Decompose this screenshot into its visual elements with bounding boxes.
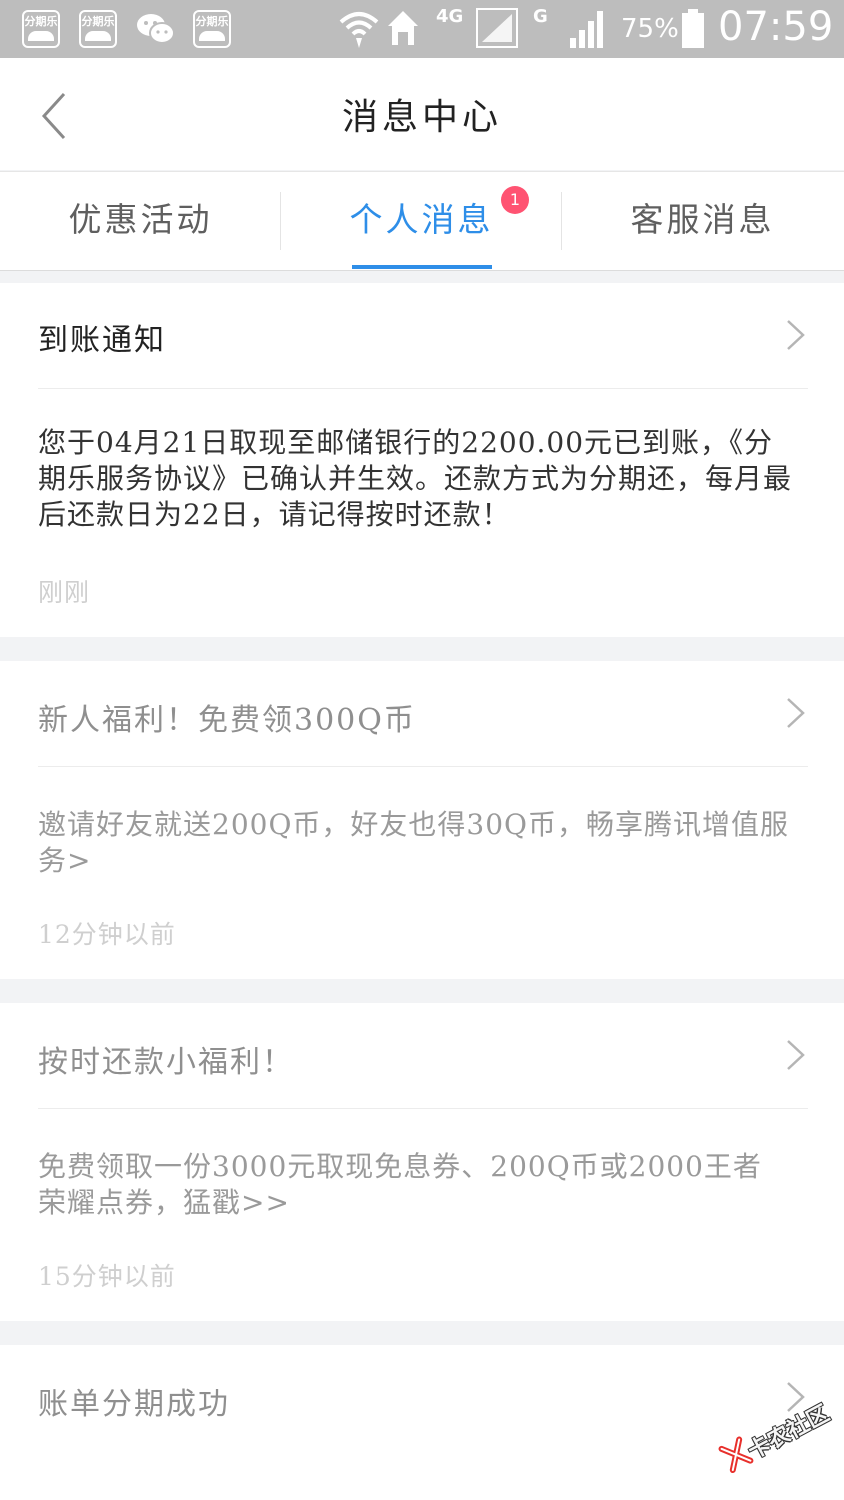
tab-label: 客服消息 [630, 200, 775, 239]
tab-customer-service[interactable]: 客服消息 [562, 172, 843, 270]
app-label: 分期乐 [24, 15, 58, 28]
message-time: 15分钟以前 [38, 1262, 176, 1291]
network-4g-label: 4G [436, 6, 464, 27]
app-label: 分期乐 [195, 15, 229, 28]
divider [38, 766, 808, 767]
message-title: 新人福利！免费领300Q币 [38, 703, 416, 738]
fenqile-app-icon: 分期乐 [193, 10, 231, 48]
divider [38, 388, 808, 389]
tab-label: 个人消息 [349, 200, 494, 239]
message-card[interactable]: 按时还款小福利！ 免费领取一份3000元取现免息券、200Q币或2000王者荣耀… [0, 1003, 844, 1321]
divider [38, 1108, 808, 1109]
signal-box-icon [476, 8, 518, 48]
cell-signal-icon [570, 11, 603, 48]
page-title: 消息中心 [341, 97, 502, 138]
tab-label: 优惠活动 [68, 200, 213, 239]
message-title: 到账通知 [38, 323, 166, 358]
message-body: 免费领取一份3000元取现免息券、200Q币或2000王者荣耀点券，猛戳>> [38, 1150, 762, 1219]
status-bar: 分期乐 分期乐 分期乐 4G G 75% 07:59 [0, 0, 844, 58]
active-tab-indicator [352, 265, 492, 269]
battery-icon [682, 9, 704, 48]
message-card[interactable]: 账单分期成功 [0, 1345, 844, 1500]
wechat-icon [137, 14, 175, 44]
battery-percent: 75% [621, 14, 679, 44]
message-time: 12分钟以前 [38, 920, 176, 949]
app-label: 分期乐 [81, 15, 115, 28]
unread-badge: 1 [501, 186, 529, 214]
clock: 07:59 [718, 4, 834, 50]
chevron-right-icon [787, 698, 805, 728]
message-card[interactable]: 新人福利！免费领300Q币 邀请好友就送200Q币，好友也得30Q币，畅享腾讯增… [0, 661, 844, 979]
fenqile-app-icon: 分期乐 [79, 10, 117, 48]
message-title: 账单分期成功 [38, 1387, 230, 1422]
message-time: 刚刚 [38, 578, 91, 607]
message-title: 按时还款小福利！ [38, 1045, 294, 1080]
header: 消息中心 [0, 58, 844, 170]
network-g-label: G [533, 6, 548, 27]
chevron-right-icon [787, 320, 805, 350]
chevron-right-icon [787, 1040, 805, 1070]
message-body: 邀请好友就送200Q币，好友也得30Q币，畅享腾讯增值服务> [38, 808, 789, 877]
message-body: 您于04月21日取现至邮储银行的2200.00元已到账，《分期乐服务协议》已确认… [38, 426, 793, 531]
screen: 分期乐 分期乐 分期乐 4G G 75% 07:59 消息中心 优惠活动 个人消… [0, 0, 844, 1500]
tab-bar: 优惠活动 个人消息 1 客服消息 [0, 171, 844, 271]
tab-promotions[interactable]: 优惠活动 [0, 172, 281, 270]
fenqile-app-icon: 分期乐 [22, 10, 60, 48]
wifi-icon [339, 12, 379, 48]
home-icon [388, 11, 418, 45]
message-card[interactable]: 到账通知 您于04月21日取现至邮储银行的2200.00元已到账，《分期乐服务协… [0, 283, 844, 637]
